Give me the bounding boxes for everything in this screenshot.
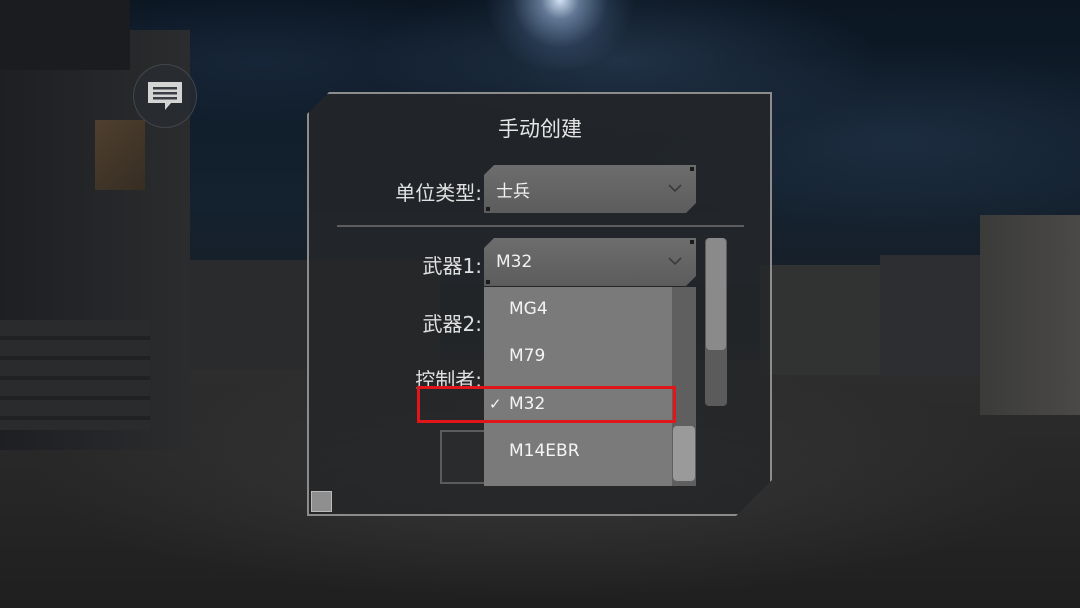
unit-type-dropdown[interactable]: 士兵 <box>484 165 696 213</box>
list-item-label: MG4 <box>509 299 548 319</box>
list-item[interactable]: M14EBR <box>484 429 672 473</box>
list-item-label: M79 <box>509 346 546 366</box>
unit-type-value: 士兵 <box>496 181 530 202</box>
list-item-label: M14EBR <box>509 441 580 461</box>
selection-highlight-box <box>417 386 676 423</box>
corner-marker <box>690 167 694 171</box>
list-scrollbar-thumb[interactable] <box>673 426 695 481</box>
weapon1-label: 武器1: <box>422 254 482 278</box>
list-item[interactable]: MG4 <box>484 287 672 331</box>
right-building-mid <box>880 255 990 375</box>
right-building-near <box>980 215 1080 415</box>
chat-bubble-icon <box>148 82 182 110</box>
corner-marker <box>486 207 490 211</box>
unit-type-label: 单位类型: <box>395 181 482 205</box>
resize-handle[interactable] <box>311 491 332 512</box>
right-building-far <box>760 265 890 375</box>
list-item[interactable]: M79 <box>484 334 672 378</box>
corner-marker <box>690 240 694 244</box>
dialog-scrollbar-thumb[interactable] <box>706 238 726 350</box>
chevron-down-icon <box>668 257 682 266</box>
corner-marker <box>486 280 490 284</box>
left-building-roof <box>0 0 130 70</box>
divider <box>337 225 744 227</box>
dialog-title: 手动创建 <box>498 117 582 141</box>
weapon1-value: M32 <box>496 252 533 272</box>
weapon1-dropdown[interactable]: M32 <box>484 238 696 286</box>
game-scene: 手动创建 单位类型: 士兵 武器1: M32 武器2: 控制者: MG4 M79… <box>0 0 1080 608</box>
wooden-fence <box>0 320 150 430</box>
chevron-down-icon <box>668 184 682 193</box>
weapon2-label: 武器2: <box>422 312 482 336</box>
